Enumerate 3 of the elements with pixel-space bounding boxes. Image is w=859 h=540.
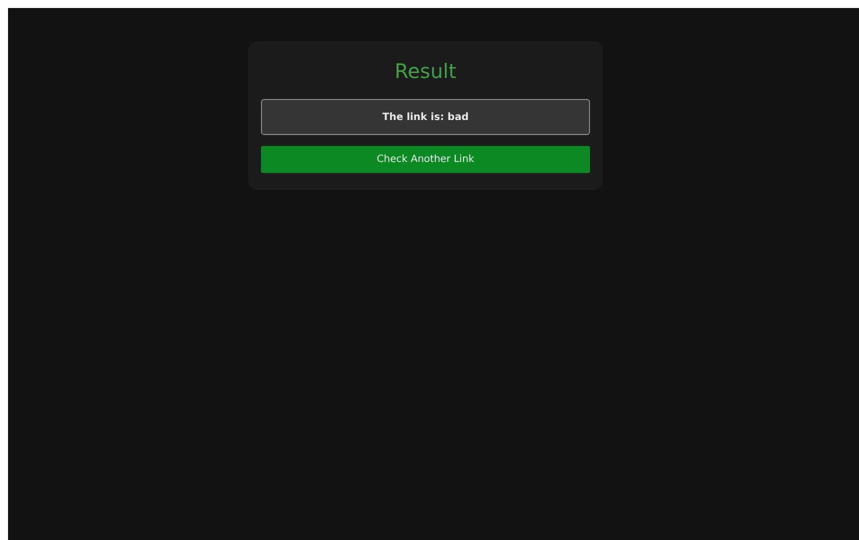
check-another-link-button[interactable]: Check Another Link [261, 146, 590, 173]
card-title: Result [394, 58, 458, 85]
result-message: The link is: bad [261, 99, 590, 135]
